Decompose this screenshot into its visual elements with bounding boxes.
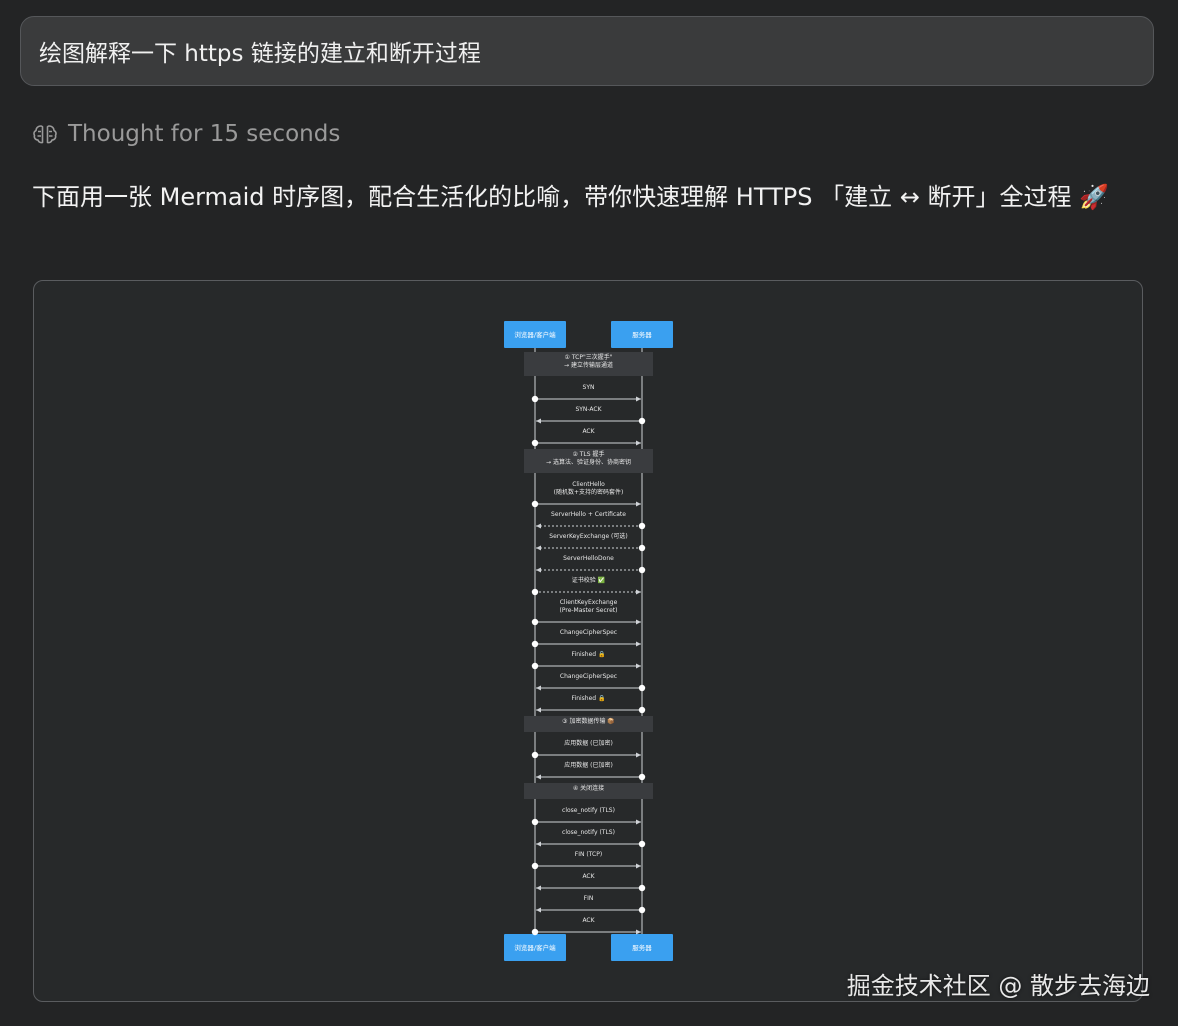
message-origin-dot: [638, 840, 646, 848]
message-arrowhead: [636, 752, 641, 758]
diagram-frame: 浏览器/客户端 服务器 浏览器/客户端 服务器 ① TCP"三次握手" → 建立传输层通道…: [33, 280, 1143, 1002]
actor-server-bottom-label: 服务器: [632, 943, 652, 952]
watermark: 掘金技术社区 @ 散步去海边: [846, 972, 1150, 1000]
message-arrowhead: [636, 641, 641, 647]
actor-server-top-label: 服务器: [632, 330, 652, 339]
actor-client-bottom: 浏览器/客户端: [504, 934, 566, 961]
message-arrowhead: [536, 418, 541, 424]
message-label: ClientHello: [572, 481, 605, 488]
message-arrowhead: [636, 819, 641, 825]
message-arrowhead: [636, 663, 641, 669]
message-origin-dot: [638, 706, 646, 714]
message-origin-dot: [638, 884, 646, 892]
message-origin-dot: [638, 773, 646, 781]
message-label: ACK: [582, 873, 595, 880]
message-arrowhead: [536, 523, 541, 529]
message-arrowhead: [636, 440, 641, 446]
message-origin-dot: [638, 522, 646, 530]
message-label: ClientKeyExchange: [560, 599, 618, 606]
note-text: ④ 关闭连接: [573, 784, 604, 792]
message-arrowhead: [536, 885, 541, 891]
message-arrowhead: [636, 501, 641, 507]
message-label: ACK: [582, 428, 595, 435]
message-label: Finished 🔒: [572, 650, 606, 658]
message-arrowhead: [536, 567, 541, 573]
message-label: ACK: [582, 917, 595, 924]
message-label: ServerHelloDone: [563, 555, 614, 562]
message-origin-dot: [531, 395, 539, 403]
note-text: → 选算法、验证身份、协商密钥: [546, 458, 631, 466]
assistant-answer-text: 下面用一张 Mermaid 时序图，配合生活化的比喻，带你快速理解 HTTPS …: [32, 183, 1109, 211]
message-origin-dot: [531, 588, 539, 596]
message-arrowhead: [536, 774, 541, 780]
message-origin-dot: [531, 928, 539, 936]
message-label: 应用数据 (已加密): [564, 739, 613, 747]
user-prompt-bubble: 绘图解释一下 https 链接的建立和断开过程: [20, 16, 1154, 86]
sequence-diagram: 浏览器/客户端 服务器浏览器/客户端 服务器① TCP"三次握手"→ 建立传输层通道…: [504, 321, 673, 961]
message-label: FIN: [584, 895, 594, 902]
message-arrowhead: [536, 685, 541, 691]
message-origin-dot: [638, 684, 646, 692]
message-arrowhead: [536, 545, 541, 551]
message-origin-dot: [531, 618, 539, 626]
message-label: ServerHello + Certificate: [551, 511, 626, 518]
message-arrowhead: [536, 841, 541, 847]
message-label: (Pre-Master Secret): [560, 607, 618, 614]
message-origin-dot: [531, 500, 539, 508]
message-arrowhead: [636, 396, 641, 402]
message-label: 证书校验 ✅: [572, 576, 606, 584]
actor-client-top: 浏览器/客户端: [504, 321, 566, 348]
message-label: ServerKeyExchange (可选): [549, 532, 627, 540]
message-label: Finished 🔒: [572, 694, 606, 702]
message-label: SYN-ACK: [575, 406, 602, 413]
brain-icon: [32, 123, 58, 145]
message-label: close_notify (TLS): [562, 829, 615, 836]
message-origin-dot: [531, 662, 539, 670]
message-label: (随机数+支持的密码套件): [554, 488, 624, 496]
message-arrowhead: [536, 907, 541, 913]
message-arrowhead: [536, 707, 541, 713]
thought-toggle[interactable]: Thought for 15 seconds: [32, 118, 340, 150]
actor-client-bottom-label: 浏览器/客户端: [514, 943, 556, 952]
message-label: 应用数据 (已加密): [564, 761, 613, 769]
note-text: ① TCP"三次握手": [565, 353, 613, 361]
actor-server-top: 服务器: [611, 321, 673, 348]
message-origin-dot: [531, 751, 539, 759]
note-text: ③ 加密数据传输 📦: [562, 717, 615, 725]
message-label: FIN (TCP): [575, 851, 602, 858]
message-origin-dot: [531, 439, 539, 447]
user-prompt-text: 绘图解释一下 https 链接的建立和断开过程: [39, 41, 481, 67]
message-label: ChangeCipherSpec: [560, 629, 617, 636]
message-arrowhead: [636, 619, 641, 625]
message-origin-dot: [531, 862, 539, 870]
message-origin-dot: [638, 566, 646, 574]
thought-label: Thought for 15 seconds: [68, 121, 341, 147]
message-origin-dot: [638, 906, 646, 914]
message-label: ChangeCipherSpec: [560, 673, 617, 680]
message-origin-dot: [638, 544, 646, 552]
actor-server-bottom: 服务器: [611, 934, 673, 961]
message-label: SYN: [583, 384, 595, 391]
message-origin-dot: [531, 818, 539, 826]
message-origin-dot: [638, 417, 646, 425]
note-text: → 建立传输层通道: [564, 361, 613, 369]
actor-client-top-label: 浏览器/客户端: [514, 330, 556, 339]
message-arrowhead: [636, 863, 641, 869]
message-origin-dot: [531, 640, 539, 648]
message-arrowhead: [636, 929, 641, 935]
note-text: ② TLS 握手: [572, 450, 604, 458]
message-label: close_notify (TLS): [562, 807, 615, 814]
message-arrowhead: [636, 589, 641, 595]
